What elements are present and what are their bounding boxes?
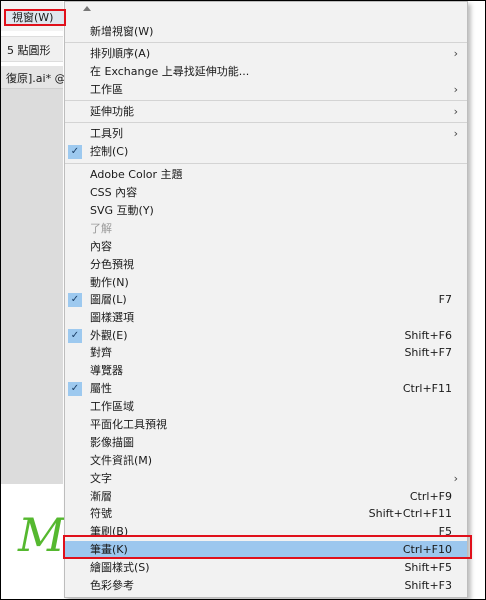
menu-separator (65, 122, 467, 123)
menu-item-shortcut: Ctrl+F9 (409, 490, 452, 503)
menu-item-label: 符號 (90, 507, 112, 520)
menu-item-shortcut: Ctrl+F10 (402, 543, 452, 556)
menu-item[interactable]: 排列順序(A) › (65, 45, 467, 63)
menu-item[interactable]: 新增視窗(W) (65, 23, 467, 41)
canvas-area (1, 89, 63, 484)
menu-item[interactable]: 文字 › (65, 470, 467, 488)
document-tab-label: 復原].ai* @ (6, 72, 66, 85)
menu-item[interactable]: 筆畫(K) Ctrl+F10 (65, 541, 467, 559)
menu-item-shortcut: Shift+F7 (404, 346, 452, 359)
menu-item[interactable]: ✓ 外觀(E) Shift+F6 (65, 327, 467, 345)
menu-item-label: 筆刷(B) (90, 525, 129, 538)
menu-item-label: 排列順序(A) (90, 47, 151, 60)
menu-item[interactable]: 色彩參考 Shift+F3 (65, 577, 467, 595)
menu-item[interactable]: 工作區 › (65, 81, 467, 99)
menu-item-label: 文字 (90, 472, 112, 485)
menu-item[interactable]: 影像描圖 (65, 434, 467, 452)
menu-item-label: 控制(C) (90, 145, 129, 158)
menu-item: 了解 (65, 220, 467, 238)
menu-item-shortcut: Ctrl+F11 (402, 382, 452, 395)
menu-item-label: SVG 互動(Y) (90, 204, 154, 217)
menu-item-label: 了解 (90, 222, 112, 235)
submenu-arrow-icon: › (453, 127, 458, 140)
document-tab[interactable]: 復原].ai* @ (1, 66, 66, 89)
menu-item-shortcut: Shift+F6 (404, 329, 452, 342)
menu-item[interactable]: Adobe Color 主題 (65, 166, 467, 184)
menu-item[interactable]: 圖樣選項 (65, 309, 467, 327)
menu-item[interactable]: 動作(N) (65, 274, 467, 292)
menu-item[interactable]: 工作區域 (65, 398, 467, 416)
menu-item[interactable]: 在 Exchange 上尋找延伸功能... (65, 63, 467, 81)
menu-item[interactable]: 延伸功能 › (65, 103, 467, 121)
window-dropdown-menu: 新增視窗(W) 排列順序(A) › 在 Exchange 上尋找延伸功能... 工作區 ›… (64, 1, 468, 598)
checkmark-icon: ✓ (68, 382, 82, 396)
menu-item-label: 在 Exchange 上尋找延伸功能... (90, 65, 250, 78)
menu-item-label: Adobe Color 主題 (90, 168, 183, 181)
menu-item-label: 平面化工具預視 (90, 418, 167, 431)
menu-item-label: 延伸功能 (90, 105, 134, 118)
menu-item[interactable]: 符號 Shift+Ctrl+F11 (65, 505, 467, 523)
menu-separator (65, 163, 467, 164)
menu-item-label: 新增視窗(W) (90, 25, 154, 38)
submenu-arrow-icon: › (453, 47, 458, 60)
menu-item-shortcut: Shift+F3 (404, 579, 452, 592)
control-toolbar: 5 點圓形 (1, 36, 63, 62)
menu-item[interactable]: 對齊 Shift+F7 (65, 344, 467, 362)
menu-item[interactable]: ✓ 屬性 Ctrl+F11 (65, 380, 467, 398)
menu-item[interactable]: CSS 內容 (65, 184, 467, 202)
checkmark-icon: ✓ (68, 145, 82, 159)
menu-item[interactable]: 漸層 Ctrl+F9 (65, 488, 467, 506)
menu-item-label: 影像描圖 (90, 436, 134, 449)
submenu-arrow-icon: › (453, 105, 458, 118)
submenu-arrow-icon: › (453, 472, 458, 485)
menu-item-label: 工具列 (90, 127, 123, 140)
submenu-arrow-icon: › (453, 83, 458, 96)
menu-item-label: CSS 內容 (90, 186, 138, 199)
menu-item[interactable]: ✓ 控制(C) (65, 143, 467, 161)
menu-scroll-up-icon[interactable] (83, 6, 91, 11)
menu-item[interactable]: 內容 (65, 238, 467, 256)
menu-separator (65, 100, 467, 101)
menu-item-label: 外觀(E) (90, 329, 128, 342)
menu-item[interactable]: 工具列 › (65, 125, 467, 143)
menu-item[interactable]: 分色預視 (65, 256, 467, 274)
menu-item-label: 圖層(L) (90, 293, 127, 306)
menu-item[interactable]: ✓ 圖層(L) F7 (65, 291, 467, 309)
menu-item-label: 導覽器 (90, 364, 123, 377)
menu-item[interactable]: 文件資訊(M) (65, 452, 467, 470)
menu-item-shortcut: Shift+F5 (404, 561, 452, 574)
menu-item[interactable]: SVG 互動(Y) (65, 202, 467, 220)
menu-item-label: 文件資訊(M) (90, 454, 153, 467)
menu-item-label: 色彩參考 (90, 579, 134, 592)
menu-item[interactable]: 繪圖樣式(S) Shift+F5 (65, 559, 467, 577)
menu-item-label: 對齊 (90, 346, 112, 359)
menu-item-label: 內容 (90, 240, 112, 253)
artwork-glyph: M (18, 508, 66, 562)
shape-preset-label[interactable]: 5 點圓形 (7, 42, 51, 58)
checkmark-icon: ✓ (68, 329, 82, 343)
menu-item[interactable]: 筆刷(B) F5 (65, 523, 467, 541)
menu-item[interactable]: 平面化工具預視 (65, 416, 467, 434)
menu-separator (65, 42, 467, 43)
menu-view[interactable]: 視窗(W) (4, 9, 66, 26)
menu-item-label: 動作(N) (90, 276, 129, 289)
menu-item-shortcut: Shift+Ctrl+F11 (368, 507, 452, 520)
menu-item-label: 分色預視 (90, 258, 134, 271)
menu-item-label: 屬性 (90, 382, 112, 395)
menu-item-label: 圖樣選項 (90, 311, 134, 324)
menu-item-label: 筆畫(K) (90, 543, 128, 556)
menu-item-label: 工作區域 (90, 400, 134, 413)
checkmark-icon: ✓ (68, 293, 82, 307)
menu-item-label: 漸層 (90, 490, 112, 503)
menu-item-label: 工作區 (90, 83, 123, 96)
menu-item-label: 繪圖樣式(S) (90, 561, 150, 574)
menu-item-shortcut: F7 (438, 293, 452, 306)
menu-item-shortcut: F5 (438, 525, 452, 538)
menu-item[interactable]: 導覽器 (65, 362, 467, 380)
